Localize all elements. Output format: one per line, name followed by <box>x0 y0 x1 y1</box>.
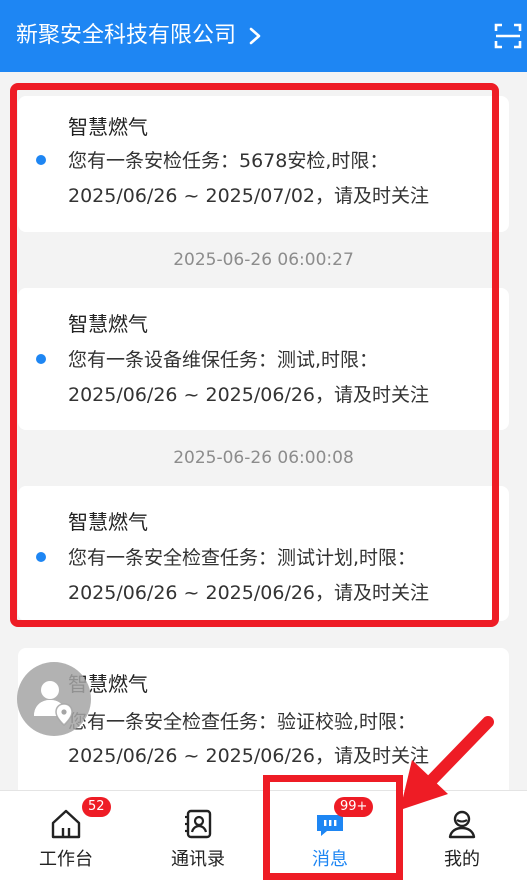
message-text: 您有一条设备维保任务：测试,时限： <box>68 349 379 371</box>
contacts-icon <box>185 809 212 839</box>
tab-label: 我的 <box>444 849 480 870</box>
message-deadline: 2025/06/26 ~ 2025/06/26，请及时关注 <box>68 745 430 767</box>
message-timestamp: 2025-06-26 06:00:08 <box>173 448 354 468</box>
home-icon <box>51 809 81 839</box>
message-deadline: 2025/06/26 ~ 2025/06/26，请及时关注 <box>68 582 430 604</box>
message-text: 您有一条安全检查任务：测试计划,时限： <box>68 547 417 569</box>
tab-workbench[interactable]: 52 工作台 <box>0 791 132 881</box>
app-header: 新聚安全科技有限公司 <box>0 0 527 72</box>
tab-label: 消息 <box>312 849 348 870</box>
tab-label: 工作台 <box>39 849 93 870</box>
tab-badge: 99+ <box>334 797 374 817</box>
message-source: 智慧燃气 <box>68 510 148 534</box>
bottom-tab-bar: 52 工作台 通讯录 99+ 消息 我的 <box>0 790 527 881</box>
unread-dot <box>36 552 46 562</box>
tab-profile[interactable]: 我的 <box>396 791 527 881</box>
message-source: 智慧燃气 <box>68 312 148 336</box>
floating-contact-button[interactable] <box>17 662 91 736</box>
message-text: 您有一条安全检查任务：验证校验,时限： <box>68 711 417 733</box>
unread-dot <box>36 155 46 165</box>
tab-label: 通讯录 <box>171 849 225 870</box>
scan-icon[interactable] <box>494 22 522 50</box>
tab-messages[interactable]: 99+ 消息 <box>264 791 396 881</box>
message-deadline: 2025/06/26 ~ 2025/07/02，请及时关注 <box>68 185 430 207</box>
message-deadline: 2025/06/26 ~ 2025/06/26，请及时关注 <box>68 384 430 406</box>
user-icon <box>448 810 476 839</box>
tab-badge: 52 <box>82 797 111 817</box>
user-location-icon <box>34 681 73 726</box>
unread-dot <box>36 354 46 364</box>
message-source: 智慧燃气 <box>68 115 148 139</box>
company-name[interactable]: 新聚安全科技有限公司 <box>16 21 236 51</box>
message-text: 您有一条安检任务：5678安检,时限： <box>68 150 389 172</box>
message-timestamp: 2025-06-26 06:00:27 <box>173 250 354 270</box>
chevron-right-icon[interactable] <box>245 26 265 46</box>
tab-contacts[interactable]: 通讯录 <box>132 791 264 881</box>
